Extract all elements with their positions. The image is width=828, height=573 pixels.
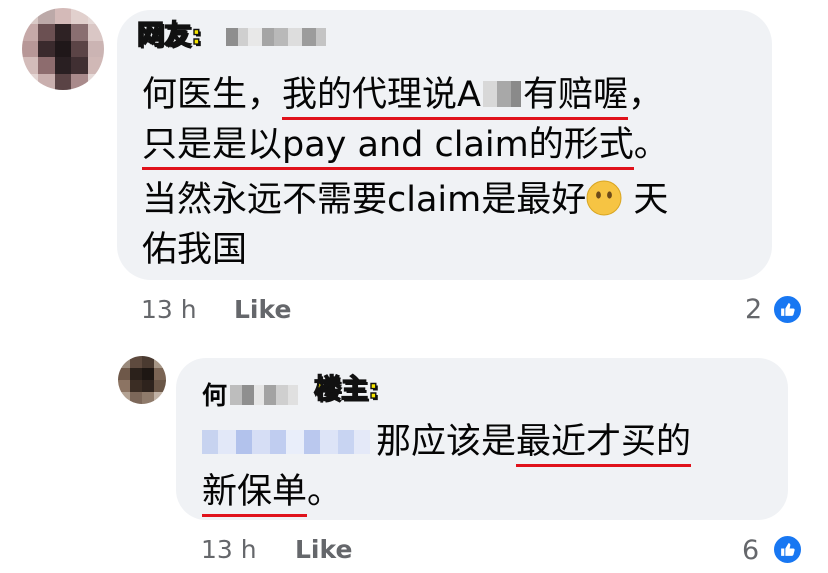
reply-text-line-1: 那应该是最近才买的 — [202, 418, 692, 467]
neutral-face-emoji — [586, 180, 622, 216]
reply-like-link[interactable]: Like — [295, 535, 352, 565]
reply-reaction-count[interactable]: 6 — [742, 535, 759, 567]
comment-timestamp[interactable]: 13 h — [141, 295, 197, 325]
reaction-count[interactable]: 2 — [745, 294, 762, 326]
like-link[interactable]: Like — [234, 295, 291, 325]
commenter-tag: 网友: — [136, 19, 202, 51]
thumbs-up-icon[interactable] — [772, 294, 803, 325]
blurred-commenter-name[interactable] — [226, 28, 326, 50]
reply-author-name[interactable]: 何 — [202, 380, 299, 413]
reply-timestamp[interactable]: 13 h — [201, 535, 257, 565]
reply-text-line-2: 新保单。 — [202, 468, 342, 517]
comment-text-line-2: 只是是以pay and claim的形式。 — [142, 121, 669, 170]
author-tag: 楼主: — [313, 373, 379, 405]
reply-avatar[interactable] — [118, 356, 166, 404]
commenter-avatar[interactable] — [22, 8, 104, 90]
comment-text-line-3: 当然永远不需要claim是最好 天 — [142, 180, 669, 220]
thumbs-up-icon[interactable] — [772, 534, 803, 565]
comment-text-line-4: 佑我国 — [142, 230, 248, 270]
comment-text-line-1: 何医生，我的代理说A 有赔喔， — [142, 71, 663, 120]
